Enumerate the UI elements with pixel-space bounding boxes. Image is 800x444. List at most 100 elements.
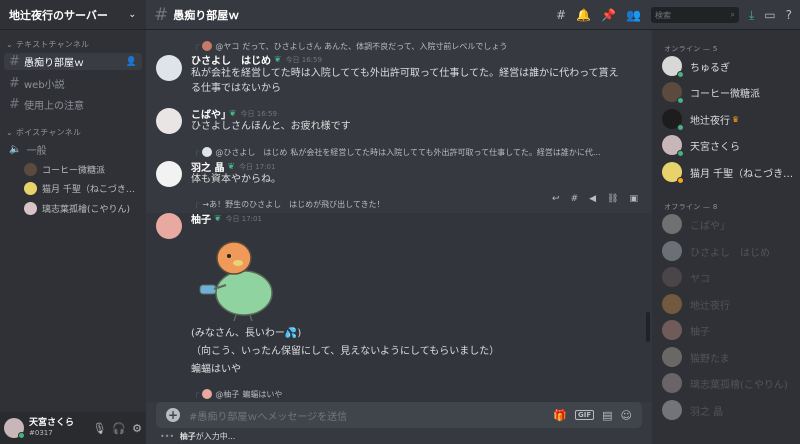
microphone-icon[interactable]: 🎙 (92, 422, 106, 435)
hash-icon: # (9, 97, 20, 112)
reply-hook-icon: ┌ (194, 41, 200, 51)
channel-title: 愚痴り部屋ｗ (173, 8, 240, 22)
message-author[interactable]: 柚子 (191, 211, 211, 226)
avatar (662, 241, 682, 261)
reply-author: @ヤコ (215, 41, 240, 51)
voice-user[interactable]: 猫月 千聖（ねこづき… (24, 180, 142, 197)
message-timestamp: 今日 16:59 (285, 55, 322, 64)
message-line: （向こう、いったん保留にして、見えないようにしてもらいました） (191, 346, 500, 357)
avatar (662, 400, 682, 420)
member-item[interactable]: ちゅるぎ (662, 55, 798, 77)
message-list[interactable]: ┌ @ヤコ だって、ひさよしさん あんた、体調不良だって、入院寸前レベルでしょう… (146, 30, 652, 402)
avatar[interactable] (156, 161, 182, 187)
member-item[interactable]: 天宮さくら (662, 134, 798, 156)
invite-icon[interactable]: 👤 (126, 57, 137, 67)
member-item[interactable]: ひさよし はじめ (662, 240, 798, 262)
gift-icon[interactable]: 🎁 (553, 409, 567, 422)
member-name: こばや｣ (690, 220, 725, 232)
status-online-indicator (677, 97, 684, 103)
status-online-indicator (18, 432, 25, 439)
category-text-channels[interactable]: ⌄ テキストチャンネル (0, 38, 146, 50)
message-line: る仕事ではないから (191, 83, 281, 94)
member-name: 地辻夜行 (690, 115, 730, 127)
avatar[interactable] (156, 108, 182, 134)
reply-hook-icon: ┌ (194, 199, 200, 209)
server-name: 地辻夜行のサーバー (9, 8, 108, 22)
member-item[interactable]: 柚子 (662, 319, 798, 341)
voice-user[interactable]: 璃志葉孤檜(こやりん) (24, 200, 142, 217)
gear-icon[interactable]: ⚙ (132, 422, 142, 435)
reply-text: 私が会社を経営してた時は入院してても外出許可取って仕事してた。経営は誰かに代..… (290, 147, 601, 157)
reply-preview[interactable]: ┌ @ヤコ だって、ひさよしさん あんた、体調不良だって、入院寸前レベルでしょう (194, 40, 644, 52)
message-scrollbar[interactable] (646, 312, 650, 342)
headphones-icon[interactable]: 🎧 (112, 422, 126, 435)
reply-preview[interactable]: ┌ @柚子 蝙蝠はいや (194, 388, 644, 400)
channel-header: # 愚痴り部屋ｗ # 🔔 📌 👥 検索 ⌕ ⤓ ▭ ? (146, 0, 800, 30)
avatar (662, 214, 682, 234)
threads-icon[interactable]: # (556, 8, 566, 22)
bell-icon[interactable]: 🔔 (576, 8, 591, 22)
reply-author: →あ！野生のひさよし はじめが飛び出してきた！ (202, 199, 385, 209)
member-name: 地辻夜行 (690, 300, 730, 312)
emoji-icon[interactable]: ☺ (621, 409, 632, 422)
channel-item-notes[interactable]: # 使用上の注意 (4, 96, 142, 113)
avatar (662, 373, 682, 393)
download-icon[interactable]: ⤓ (749, 8, 754, 23)
member-name: コーヒー微糖派 (690, 88, 760, 100)
member-item[interactable]: 猫野たま (662, 346, 798, 368)
chevron-down-icon: ⌄ (6, 39, 13, 49)
member-item[interactable]: 璃志葉孤檜(こやりん) (662, 372, 798, 394)
member-name: 柚子 (690, 326, 710, 338)
member-item[interactable]: 地辻夜行 ♛ (662, 108, 798, 130)
reply-hook-icon: ┌ (194, 389, 200, 399)
avatar[interactable] (156, 213, 182, 239)
reply-author: @ひさよし はじめ (215, 147, 288, 157)
online-header: オンライン — 5 (664, 45, 718, 53)
voice-user[interactable]: コーヒー微糖派 (24, 161, 142, 178)
search-input[interactable]: 検索 ⌕ (650, 7, 739, 23)
avatar[interactable] (4, 418, 25, 439)
member-item[interactable]: 地辻夜行 (662, 293, 798, 315)
sticker-icon[interactable]: ▤ (602, 409, 612, 422)
reply-preview[interactable]: ┌ @ひさよし はじめ 私が会社を経営してた時は入院してても外出許可取って仕事し… (194, 146, 644, 158)
pin-icon[interactable]: 📌 (601, 8, 616, 22)
gif-button[interactable]: GIF (574, 410, 595, 420)
category-voice-channels[interactable]: ⌄ ボイスチャンネル (0, 126, 146, 138)
search-icon: ⌕ (730, 10, 735, 19)
message-author[interactable]: ひさよし はじめ (191, 52, 271, 67)
server-header[interactable]: 地辻夜行のサーバー ⌄ (0, 0, 146, 30)
reply-text: だって、ひさよしさん あんた、体調不良だって、入院寸前レベルでしょう (242, 41, 508, 51)
member-name: 猫月 千聖（ねこづき… (690, 168, 794, 180)
chevron-down-icon[interactable]: ⌄ (128, 10, 136, 20)
category-label: ボイスチャンネル (15, 127, 82, 137)
add-attachment-icon[interactable]: + (166, 408, 180, 422)
member-item[interactable]: こばや｣ (662, 213, 798, 235)
voice-channel-general[interactable]: 🔈 一般 (4, 141, 142, 158)
message-timestamp: 今日 17:01 (239, 162, 276, 171)
member-name: 璃志葉孤檜(こやりん) (690, 379, 788, 391)
inbox-icon[interactable]: ▭ (764, 8, 775, 22)
reply-author: @柚子 (215, 389, 240, 399)
help-icon[interactable]: ? (786, 8, 792, 22)
member-item[interactable]: 猫月 千聖（ねこづき… (662, 161, 798, 183)
avatar (662, 294, 682, 314)
channel-item-web-novel[interactable]: # web小説 (4, 75, 142, 92)
avatar (202, 389, 213, 399)
avatar (24, 182, 37, 195)
member-item[interactable]: 羽之 晶 (662, 399, 798, 421)
sticker-image[interactable] (194, 233, 284, 323)
avatar[interactable] (156, 55, 182, 81)
reply-preview[interactable]: ┌ →あ！野生のひさよし はじめが飛び出してきた！ (194, 198, 644, 210)
speaker-icon: 🔈 (9, 144, 22, 155)
channel-item-guchi[interactable]: # 愚痴り部屋ｗ 👤 (4, 53, 142, 70)
avatar (202, 147, 213, 157)
member-item[interactable]: コーヒー微糖派 (662, 81, 798, 103)
leaf-badge-icon: ❦ (229, 108, 237, 119)
message-composer[interactable]: + #愚痴り部屋ｗへメッセージを送信 🎁 GIF ▤ ☺ (156, 402, 642, 428)
message-line: 私が会社を経営してた時は入院してても外出許可取って仕事してた。経営は誰かに代わっ… (191, 68, 619, 79)
channel-label: 愚痴り部屋ｗ (24, 58, 84, 69)
member-item[interactable]: ヤコ (662, 266, 798, 288)
members-icon[interactable]: 👥 (626, 8, 641, 22)
message-line: (みなさん、長いわー💦) (191, 328, 302, 339)
hash-icon: # (9, 54, 20, 69)
